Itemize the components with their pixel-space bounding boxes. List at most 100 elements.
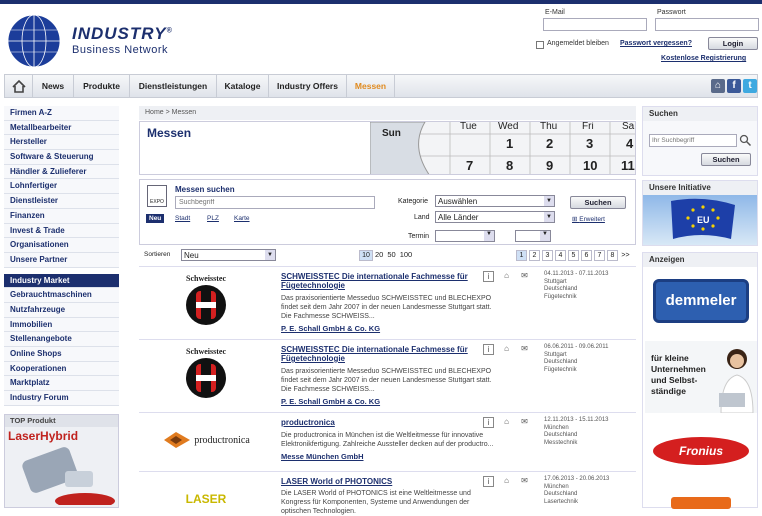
search-input[interactable] bbox=[175, 196, 375, 209]
event-logo[interactable]: Schweisstec bbox=[151, 344, 261, 404]
page-1[interactable]: 1 bbox=[516, 250, 527, 261]
sidebar-item-organisationen[interactable]: Organisationen bbox=[4, 238, 119, 253]
venue-icon[interactable]: ⌂ bbox=[501, 271, 512, 282]
breadcrumb[interactable]: Home > Messen bbox=[139, 106, 636, 120]
search-icon[interactable] bbox=[739, 134, 752, 147]
sidebar-item-haendler[interactable]: Händler & Zulieferer bbox=[4, 164, 119, 180]
facebook-icon[interactable]: f bbox=[727, 79, 741, 93]
land-select[interactable]: Alle Länder ▼ bbox=[435, 211, 555, 223]
nav-news[interactable]: News bbox=[33, 75, 74, 97]
event-meta: 06.06.2011 - 09.06.2011 Stuttgart Deutsc… bbox=[544, 344, 634, 374]
small-business-ad[interactable]: für kleine Unternehmen und Selbst-ständi… bbox=[645, 341, 757, 413]
page-6[interactable]: 6 bbox=[581, 250, 592, 261]
page-7[interactable]: 7 bbox=[594, 250, 605, 261]
top-product-box[interactable]: TOP Produkt LaserHybrid bbox=[4, 414, 119, 509]
page-2[interactable]: 2 bbox=[529, 250, 540, 261]
sidebar-item-firmen[interactable]: Firmen A-Z bbox=[4, 106, 119, 121]
home-button[interactable] bbox=[5, 75, 33, 97]
remember-checkbox[interactable] bbox=[536, 41, 544, 49]
sidebar-item-gebrauchtmaschinen[interactable]: Gebrauchtmaschinen bbox=[4, 288, 119, 303]
sidebar-item-dienstleister[interactable]: Dienstleister bbox=[4, 194, 119, 209]
extended-search-link[interactable]: ⊞ Erweitert bbox=[572, 215, 605, 223]
sort-select[interactable]: Neu ▼ bbox=[181, 249, 276, 261]
sidebar-item-finanzen[interactable]: Finanzen bbox=[4, 208, 119, 224]
venue-icon[interactable]: ⌂ bbox=[501, 417, 512, 428]
nav-dienstleistungen[interactable]: Dienstleistungen bbox=[130, 75, 217, 97]
login-button[interactable]: Login bbox=[708, 37, 758, 50]
page-4[interactable]: 4 bbox=[555, 250, 566, 261]
sidebar-item-stellenangebote[interactable]: Stellenangebote bbox=[4, 332, 119, 347]
event-title[interactable]: SCHWEISSTEC Die internationale Fachmesse… bbox=[281, 272, 491, 290]
info-icon[interactable]: i bbox=[483, 476, 494, 487]
sidebar-item-partner[interactable]: Unsere Partner bbox=[4, 252, 119, 268]
nav-produkte[interactable]: Produkte bbox=[74, 75, 130, 97]
event-organizer[interactable]: P. E. Schall GmbH & Co. KG bbox=[281, 324, 380, 333]
per-page-100[interactable]: 100 bbox=[400, 250, 413, 259]
venue-icon[interactable]: ⌂ bbox=[501, 344, 512, 355]
share-icon[interactable]: ✉ bbox=[519, 476, 530, 487]
brand-name[interactable]: INDUSTRY® bbox=[72, 24, 173, 44]
per-page-20[interactable]: 20 bbox=[375, 250, 383, 259]
per-page-10[interactable]: 10 bbox=[359, 250, 373, 261]
sidebar-market-header[interactable]: Industry Market bbox=[4, 273, 119, 289]
nav-messen[interactable]: Messen bbox=[347, 75, 395, 97]
ad-banner-partial[interactable] bbox=[671, 497, 731, 509]
kategorie-label: Kategorie bbox=[398, 198, 428, 205]
sidebar-item-metallbearbeiter[interactable]: Metallbearbeiter bbox=[4, 120, 119, 136]
fronius-ad[interactable]: Fronius bbox=[653, 437, 749, 465]
event-category: Fügetechnik bbox=[544, 366, 577, 373]
event-logo[interactable]: LASER bbox=[151, 490, 261, 508]
kategorie-select[interactable]: Auswählen ▼ bbox=[435, 195, 555, 207]
event-title[interactable]: LASER World of PHOTONICS bbox=[281, 477, 491, 486]
sidebar-item-marktplatz[interactable]: Marktplatz bbox=[4, 376, 119, 392]
sidebar-item-hersteller[interactable]: Hersteller bbox=[4, 135, 119, 151]
page-8[interactable]: 8 bbox=[607, 250, 618, 261]
email-input[interactable] bbox=[543, 18, 647, 31]
event-date: 12.11.2013 - 15.11.2013 bbox=[544, 417, 609, 423]
sidebar-item-kooperationen[interactable]: Kooperationen bbox=[4, 361, 119, 377]
info-icon[interactable]: i bbox=[483, 344, 494, 355]
venue-icon[interactable]: ⌂ bbox=[501, 476, 512, 487]
event-organizer[interactable]: P. E. Schall GmbH & Co. KG bbox=[281, 397, 380, 406]
nav-kataloge[interactable]: Kataloge bbox=[217, 75, 269, 97]
termin-from-select[interactable]: ▼ bbox=[435, 230, 495, 242]
nav-industry-offers[interactable]: Industry Offers bbox=[269, 75, 347, 97]
event-title[interactable]: productronica bbox=[281, 418, 491, 427]
share-icon[interactable]: ✉ bbox=[519, 271, 530, 282]
tab-karte[interactable]: Karte bbox=[234, 215, 250, 222]
per-page-50[interactable]: 50 bbox=[387, 250, 395, 259]
globe-logo-icon[interactable] bbox=[5, 12, 63, 70]
event-title[interactable]: SCHWEISSTEC Die internationale Fachmesse… bbox=[281, 345, 491, 363]
info-icon[interactable]: i bbox=[483, 417, 494, 428]
twitter-icon[interactable]: t bbox=[743, 79, 757, 93]
termin-to-select[interactable]: ▼ bbox=[515, 230, 551, 242]
page-next[interactable]: >> bbox=[620, 251, 631, 262]
info-icon[interactable]: i bbox=[483, 271, 494, 282]
sidebar-item-online-shops[interactable]: Online Shops bbox=[4, 347, 119, 362]
sidebar-item-nutzfahrzeuge[interactable]: Nutzfahrzeuge bbox=[4, 302, 119, 318]
page-5[interactable]: 5 bbox=[568, 250, 579, 261]
sidebar-item-lohnfertiger[interactable]: Lohnfertiger bbox=[4, 179, 119, 195]
sitemap-icon[interactable]: ⌂ bbox=[711, 79, 725, 93]
event-organizer[interactable]: Messe München GmbH bbox=[281, 452, 364, 461]
tab-plz[interactable]: PLZ bbox=[207, 215, 219, 222]
search-button[interactable]: Suchen bbox=[570, 196, 626, 209]
password-input[interactable] bbox=[655, 18, 759, 31]
tab-stadt[interactable]: Stadt bbox=[175, 215, 190, 222]
right-search-button[interactable]: Suchen bbox=[701, 153, 751, 166]
sidebar-item-forum[interactable]: Industry Forum bbox=[4, 391, 119, 406]
register-link[interactable]: Kostenlose Registrierung bbox=[661, 55, 746, 62]
share-icon[interactable]: ✉ bbox=[519, 417, 530, 428]
forgot-password-link[interactable]: Passwort vergessen? bbox=[620, 40, 692, 47]
share-icon[interactable]: ✉ bbox=[519, 344, 530, 355]
event-meta: 17.06.2013 - 20.06.2013 München Deutschl… bbox=[544, 476, 634, 506]
right-search-input[interactable] bbox=[649, 134, 737, 147]
event-logo[interactable]: productronica bbox=[151, 417, 261, 463]
sidebar-item-invest[interactable]: Invest & Trade bbox=[4, 223, 119, 239]
event-logo[interactable]: Schweisstec bbox=[151, 271, 261, 331]
page-3[interactable]: 3 bbox=[542, 250, 553, 261]
sidebar-item-immobilien[interactable]: Immobilien bbox=[4, 317, 119, 333]
demmeler-ad[interactable]: demmeler bbox=[653, 279, 749, 323]
sidebar-item-software[interactable]: Software & Steuerung bbox=[4, 150, 119, 165]
tab-neu[interactable]: Neu bbox=[146, 214, 165, 223]
